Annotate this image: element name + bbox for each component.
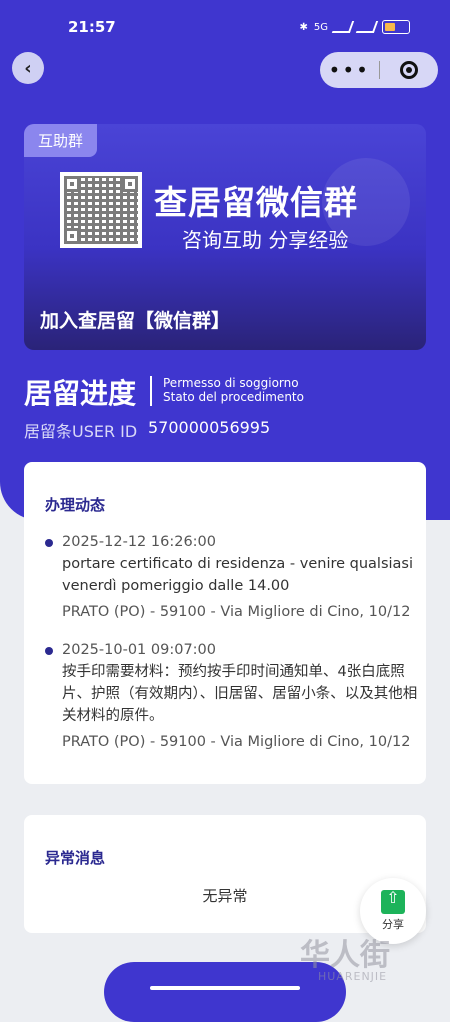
entry-address: PRATO (PO) - 59100 - Via Migliore di Cin… — [62, 604, 411, 620]
timeline-entry: 2025-12-12 16:26:00 portare certificato … — [62, 531, 418, 623]
page-subtitle: Permesso di soggiorno Stato del procedim… — [163, 376, 304, 404]
timeline-entry: 2025-10-01 09:07:00 按手印需要材料：预约按手印时间通知单、4… — [62, 639, 418, 753]
user-id-label: 居留条USER ID — [24, 422, 138, 441]
entry-description: portare certificato di residenza - venir… — [62, 556, 414, 594]
banner-subtitle: 咨询互助 分享经验 — [182, 228, 349, 252]
qr-finder-icon — [64, 228, 80, 244]
user-id-value: 570000056995 — [148, 418, 271, 437]
entry-address: PRATO (PO) - 59100 - Via Migliore di Cin… — [62, 734, 411, 750]
wechat-group-banner[interactable]: 互助群 查居留微信群 咨询互助 分享经验 加入查居留【微信群】 — [24, 124, 426, 350]
home-indicator — [150, 986, 300, 990]
activity-title: 办理动态 — [45, 496, 106, 514]
subtitle-line-2: Stato del procedimento — [163, 390, 304, 404]
qr-pattern — [64, 176, 138, 244]
battery-icon — [382, 20, 410, 34]
banner-badge: 互助群 — [24, 124, 98, 157]
join-group-link[interactable]: 加入查居留【微信群】 — [40, 306, 230, 333]
subtitle-line-1: Permesso di soggiorno — [163, 376, 299, 390]
entry-date: 2025-12-12 16:26:00 — [62, 534, 216, 550]
network-label: 5G — [313, 21, 328, 33]
status-icons: ✱ 5G — [299, 20, 410, 34]
more-icon[interactable]: ••• — [320, 58, 379, 82]
miniprogram-capsule: ••• — [320, 52, 438, 88]
signal-icon — [331, 21, 355, 33]
close-miniprogram-button[interactable] — [380, 61, 439, 79]
timeline-dot — [45, 647, 53, 655]
timeline-dot — [45, 539, 53, 547]
status-time: 21:57 — [68, 18, 116, 36]
activity-card: 办理动态 2025-12-12 16:26:00 portare certifi… — [24, 462, 426, 784]
target-icon — [399, 61, 418, 79]
page-title: 居留进度 — [24, 377, 137, 410]
back-button[interactable]: ‹ — [12, 52, 44, 84]
entry-date: 2025-10-01 09:07:00 — [62, 642, 216, 658]
qr-code-image — [60, 172, 142, 248]
qr-finder-icon — [64, 176, 80, 192]
anomaly-title: 异常消息 — [45, 849, 106, 867]
banner-title: 查居留微信群 — [154, 183, 358, 222]
chevron-left-icon: ‹ — [24, 57, 32, 79]
status-bar: 21:57 ✱ 5G — [0, 0, 450, 52]
entry-description: 按手印需要材料：预约按手印时间通知单、4张白底照片、护照（有效期内）、旧居留、居… — [62, 664, 418, 724]
qr-finder-icon — [122, 176, 138, 192]
signal-icon-2 — [355, 21, 379, 33]
share-icon — [381, 888, 405, 914]
bluetooth-icon: ✱ — [299, 21, 308, 33]
watermark-text: HUARENJIE — [318, 970, 388, 983]
watermark-logo: 华人街 — [300, 938, 390, 973]
title-divider — [150, 376, 152, 406]
